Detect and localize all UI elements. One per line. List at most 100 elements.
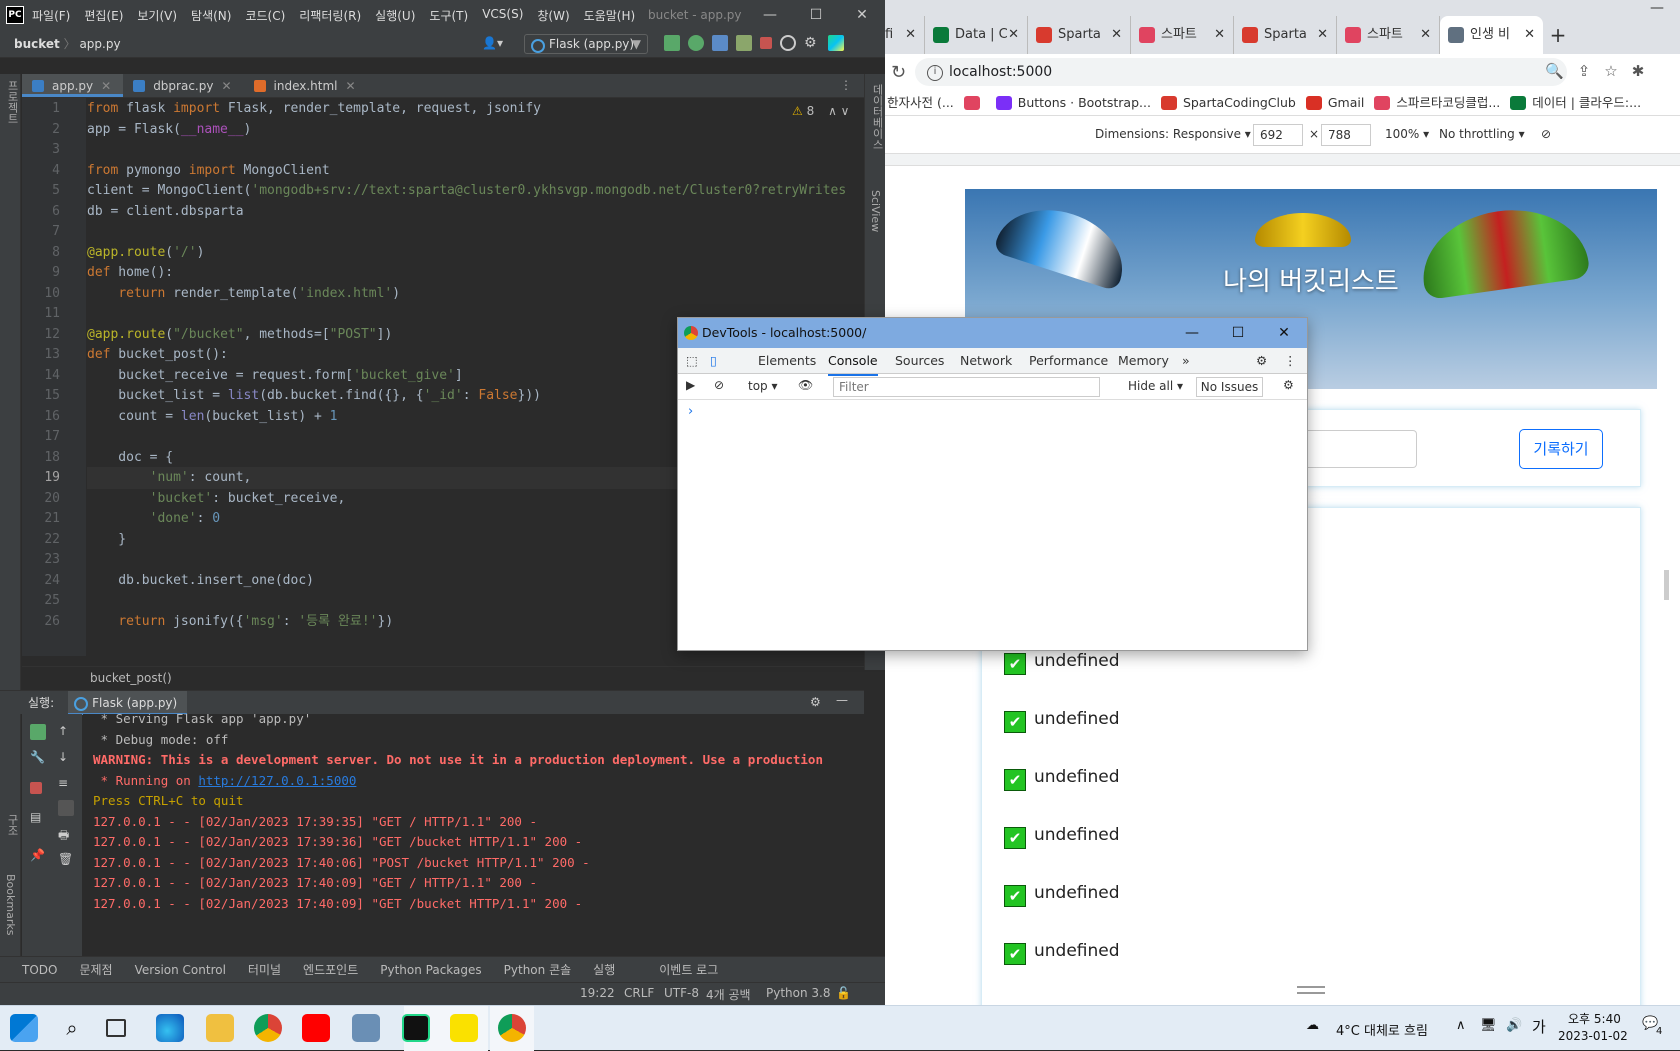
- trash-icon[interactable]: 🗑: [58, 852, 74, 868]
- maximize-icon[interactable]: ☐: [793, 0, 839, 30]
- browser-tab[interactable]: 스파트 ✕: [1337, 16, 1440, 54]
- file-explorer-icon[interactable]: [206, 1014, 234, 1042]
- address-bar[interactable]: localhost:5000: [915, 58, 1567, 86]
- reload-icon[interactable]: ↻: [891, 62, 906, 83]
- tab-performance[interactable]: Performance: [1029, 348, 1108, 374]
- file-encoding[interactable]: UTF-8: [664, 986, 699, 1000]
- browser-tab[interactable]: Sparta ✕: [1234, 16, 1337, 54]
- share-icon[interactable]: ⇪: [1578, 62, 1591, 80]
- network-icon[interactable]: 🖥: [1480, 1018, 1497, 1033]
- code-line[interactable]: app = Flask(__name__): [87, 119, 847, 141]
- coverage-icon[interactable]: [712, 35, 728, 51]
- close-icon[interactable]: ✕: [1008, 16, 1019, 54]
- caret-position[interactable]: 19:22: [580, 986, 615, 1000]
- run-tab[interactable]: Flask (app.py): [68, 690, 188, 715]
- bookmark-item[interactable]: 데이터 | 클라우드:...: [1510, 90, 1641, 115]
- pycharm-icon[interactable]: [402, 1014, 430, 1042]
- height-input[interactable]: [1321, 124, 1371, 146]
- server-url-link[interactable]: http://127.0.0.1:5000: [198, 773, 356, 788]
- menu-item[interactable]: VCS(S): [482, 7, 523, 24]
- code-line[interactable]: from pymongo import MongoClient: [87, 160, 847, 182]
- tab-memory[interactable]: Memory: [1118, 348, 1169, 374]
- tab-console[interactable]: Console: [828, 348, 878, 376]
- rotate-icon[interactable]: ⊘: [1541, 127, 1551, 141]
- clear-console-icon[interactable]: ⊘: [714, 378, 724, 392]
- down-icon[interactable]: ↓: [58, 750, 74, 766]
- clock-date[interactable]: 2023-01-02: [1558, 1029, 1628, 1043]
- line-separator[interactable]: CRLF: [624, 986, 654, 1000]
- interpreter-label[interactable]: Python 3.8: [766, 986, 831, 1000]
- tab-elements[interactable]: Elements: [758, 348, 816, 374]
- rerun-icon[interactable]: [664, 35, 680, 51]
- tool-window-button[interactable]: 엔드포인트: [303, 961, 358, 978]
- browser-tab[interactable]: 인생 비 ✕: [1440, 16, 1543, 54]
- search-icon[interactable]: [780, 35, 796, 51]
- context-select[interactable]: top ▾: [748, 379, 778, 393]
- close-icon[interactable]: ✕: [1261, 318, 1307, 348]
- dimensions-select[interactable]: Dimensions: Responsive ▾: [1095, 127, 1251, 141]
- more-tabs-icon[interactable]: »: [1182, 348, 1190, 374]
- user-icon[interactable]: 👤▾: [482, 36, 503, 50]
- sciview-tool-label[interactable]: SciView: [869, 190, 882, 232]
- close-icon[interactable]: ✕: [101, 79, 111, 93]
- maximize-icon[interactable]: ☐: [1215, 318, 1261, 348]
- tool-window-button[interactable]: Python 콘솔: [504, 961, 572, 978]
- record-button[interactable]: 기록하기: [1519, 429, 1603, 469]
- weather-icon[interactable]: ☁: [1306, 1018, 1319, 1033]
- code-line[interactable]: def home():: [87, 262, 847, 284]
- gear-icon[interactable]: ⚙: [804, 35, 820, 51]
- tool-window-button[interactable]: TODO: [22, 963, 57, 977]
- inspect-icon[interactable]: ⬚: [686, 348, 698, 374]
- code-line[interactable]: [87, 221, 847, 243]
- structure-tool-label[interactable]: 구조: [4, 814, 20, 836]
- menu-item[interactable]: 실행(U): [375, 7, 415, 24]
- close-icon[interactable]: ✕: [346, 79, 356, 93]
- ime-indicator[interactable]: 가: [1532, 1016, 1546, 1037]
- weather-text[interactable]: 4°C 대체로 흐림: [1336, 1020, 1428, 1039]
- media-query-ruler[interactable]: [885, 154, 1680, 166]
- code-line[interactable]: client = MongoClient('mongodb+srv://text…: [87, 180, 847, 202]
- close-icon[interactable]: ✕: [1420, 16, 1431, 54]
- breadcrumb-project[interactable]: bucket: [14, 37, 60, 51]
- task-view-icon[interactable]: [106, 1019, 126, 1037]
- close-icon[interactable]: ✕: [905, 16, 916, 54]
- close-icon[interactable]: ✕: [1317, 16, 1328, 54]
- code-line[interactable]: from flask import Flask, render_template…: [87, 98, 847, 120]
- tab-dbprac-py[interactable]: dbprac.py ✕: [123, 74, 243, 97]
- minimize-icon[interactable]: —: [747, 0, 793, 30]
- bookmark-item[interactable]: 한자사전 (...: [887, 90, 954, 115]
- tab-index-html[interactable]: index.html ✕: [244, 74, 368, 97]
- tool-window-button[interactable]: 이벤트 로그: [659, 961, 718, 978]
- database-tool-label[interactable]: 데이터베이스: [869, 84, 885, 150]
- close-icon[interactable]: ✕: [1214, 16, 1225, 54]
- clock-time[interactable]: 오후 5:40: [1568, 1010, 1621, 1027]
- eye-icon[interactable]: 👁: [798, 378, 813, 392]
- tool-window-button[interactable]: 실행: [593, 961, 615, 978]
- browser-tab[interactable]: Data | C ✕: [925, 16, 1028, 54]
- bookmark-item[interactable]: Gmail: [1305, 90, 1364, 115]
- up-icon[interactable]: ↑: [58, 724, 74, 740]
- more-tabs-icon[interactable]: ⋮: [840, 78, 852, 92]
- indent-setting[interactable]: 4개 공백: [706, 986, 751, 1003]
- menu-item[interactable]: 보기(V): [137, 7, 177, 24]
- notepad-icon[interactable]: [352, 1014, 380, 1042]
- menu-item[interactable]: 코드(C): [245, 7, 285, 24]
- tab-network[interactable]: Network: [960, 348, 1012, 374]
- bookmark-item[interactable]: 스파르타코딩클럽...: [1374, 90, 1500, 115]
- menu-item[interactable]: 편집(E): [84, 7, 123, 24]
- stop-icon[interactable]: [30, 782, 42, 794]
- gear-icon[interactable]: ⚙: [1256, 348, 1267, 374]
- bookmark-item[interactable]: Buttons · Bootstrap...: [995, 90, 1151, 115]
- search-icon[interactable]: ⌕: [58, 1014, 86, 1042]
- issues-button[interactable]: No Issues: [1196, 377, 1263, 397]
- levels-select[interactable]: Hide all ▾: [1128, 379, 1183, 393]
- kakaotalk-icon[interactable]: [450, 1014, 478, 1042]
- hide-panel-icon[interactable]: —: [836, 693, 848, 707]
- console-prompt[interactable]: ›: [688, 404, 693, 419]
- code-line[interactable]: return render_template('index.html'): [87, 283, 847, 305]
- scroll-to-end-icon[interactable]: [58, 800, 74, 816]
- soft-wrap-icon[interactable]: ≡: [58, 776, 74, 792]
- menu-item[interactable]: 파일(F): [32, 7, 70, 24]
- close-icon[interactable]: ✕: [1111, 16, 1122, 54]
- layout-icon[interactable]: ▤: [30, 810, 46, 826]
